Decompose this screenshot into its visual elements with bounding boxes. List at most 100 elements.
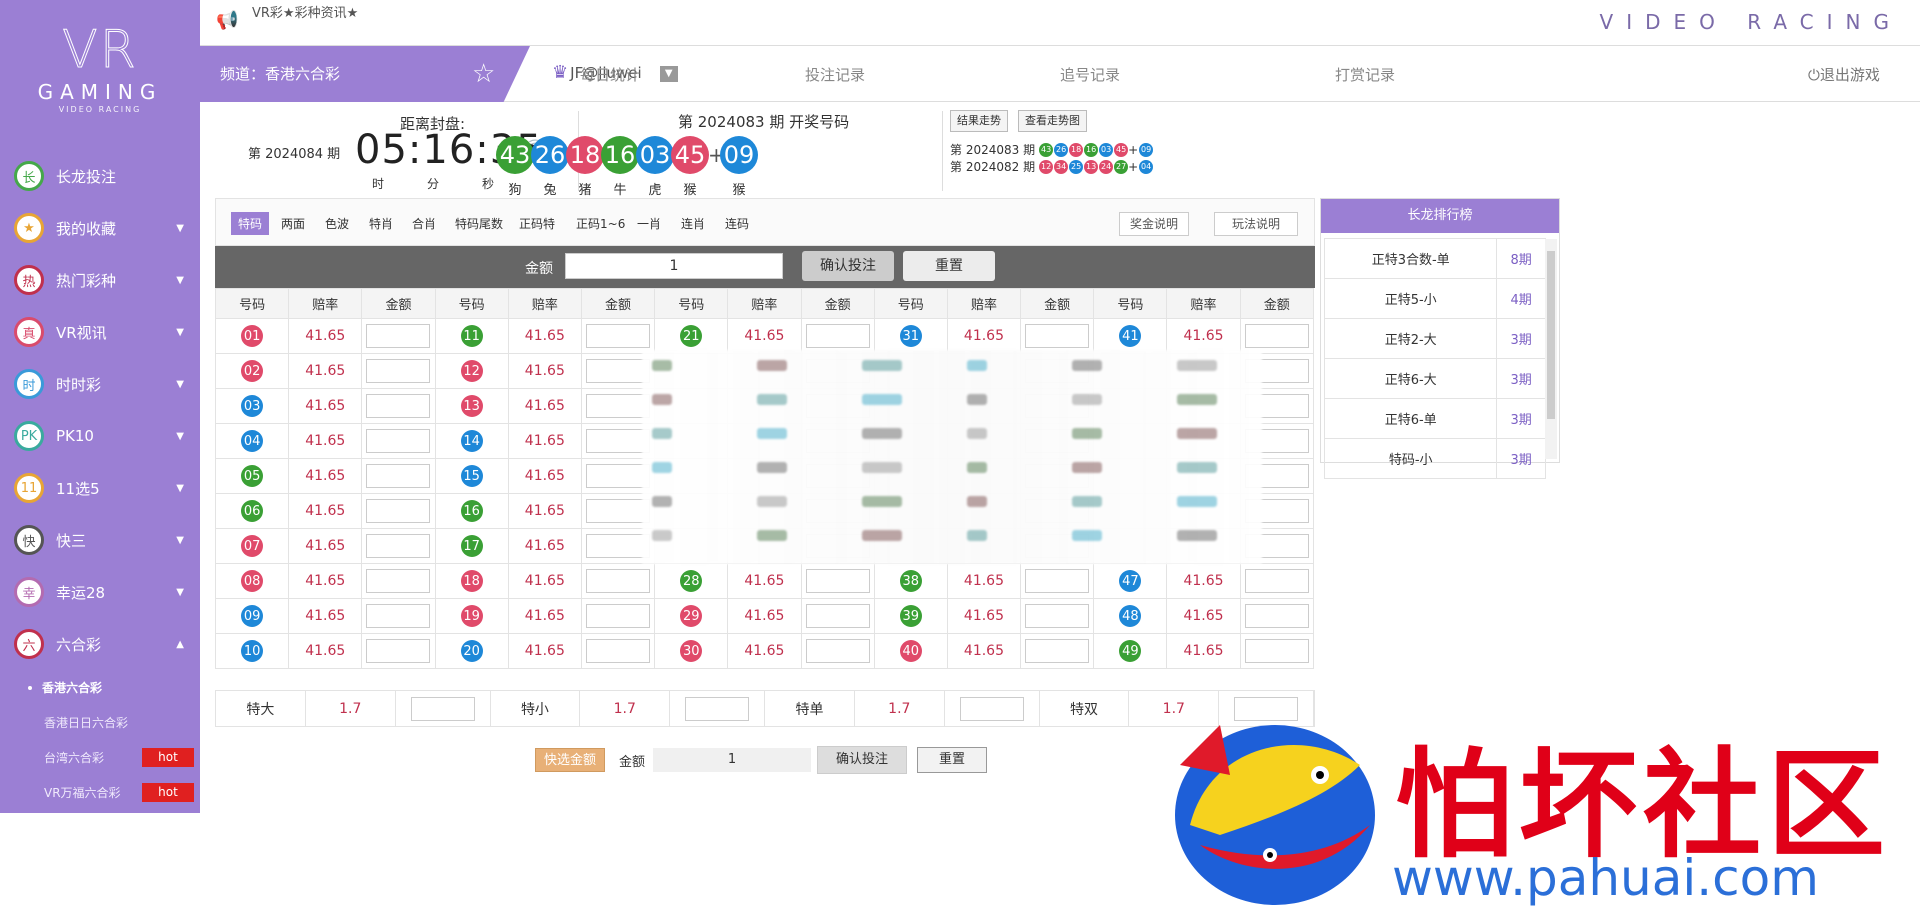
trend-chart-button[interactable]: 查看走势图 [1018,110,1087,132]
dropdown-icon[interactable]: ▼ [659,65,678,82]
sidebar-item-1[interactable]: ★ 我的收藏 ▼ [0,202,200,254]
bet-amount-input[interactable] [805,639,870,663]
bet-amount-input[interactable] [1244,324,1309,348]
bet-amount-input[interactable] [586,604,651,628]
bet-amount-input[interactable] [366,394,431,418]
divider [942,111,943,191]
quick-amount-button[interactable]: 快选金额 [535,748,606,772]
bet-amount-input[interactable] [366,569,431,593]
ranking-row[interactable]: 正特5-小 4期 [1323,278,1546,319]
sidebar-sub-item-1[interactable]: 香港日日六合彩 [0,705,200,740]
odds-value: 41.65 [744,328,785,344]
bet-amount-input[interactable] [586,639,651,663]
bet-amount-input[interactable] [805,569,870,593]
bet-amount-input[interactable] [805,604,870,628]
bet-amount-input[interactable] [1244,639,1309,663]
bottom-amount-input[interactable]: 1 [653,748,812,772]
blur-smudge [1177,496,1217,507]
ranking-row[interactable]: 特码-小 3期 [1323,438,1546,479]
bet-amount-input[interactable] [1244,569,1309,593]
bet-amount-input[interactable] [366,429,431,453]
ranking-scrollbar[interactable] [1545,239,1557,459]
sidebar-item-7[interactable]: 快快三 ▼ [0,514,200,566]
special-amount-input[interactable] [959,696,1024,721]
sidebar-item-5[interactable]: PK PK10 ▼ [0,410,200,462]
vr-gaming-logo[interactable]: VR GAMING VIDEO RACING [0,0,200,150]
tab-6[interactable]: 正码特 [512,212,562,235]
ranking-row[interactable]: 正特2-大 3期 [1323,318,1546,359]
tab-7[interactable]: 正码1~6 [569,212,632,235]
bet-amount-input[interactable] [1025,324,1090,348]
bet-amount-input[interactable] [586,499,651,523]
reset-button[interactable]: 重置 [903,251,995,281]
bet-amount-input[interactable] [1025,639,1090,663]
amount-cell [361,493,436,529]
special-amount-input[interactable] [410,696,475,721]
bet-amount-input[interactable] [586,429,651,453]
bet-amount-input[interactable] [586,534,651,558]
tab-10[interactable]: 连码 [718,212,756,235]
tab-5[interactable]: 特码尾数 [448,212,510,235]
nav-chase-records[interactable]: 追号记录 [1060,64,1120,85]
sidebar-item-label: 时时彩 [56,375,102,394]
table-row: 09 41.65 19 41.65 29 41.65 39 41.65 48 41.65 [214,598,1315,634]
sub-item-label: VR万福六合彩 [44,786,121,800]
bet-amount-input[interactable] [366,324,431,348]
tab-8[interactable]: 一肖 [630,212,668,235]
special-label: 特单 [765,691,855,726]
bet-amount-input[interactable] [586,394,651,418]
bet-amount-input[interactable] [1244,604,1309,628]
amount-input[interactable]: 1 [565,253,783,279]
news-ticker[interactable]: VR彩★彩种资讯★ [252,2,358,21]
tab-9[interactable]: 连肖 [674,212,712,235]
amount-cell [361,353,436,389]
ranking-table: 正特3合数-单 8期 正特5-小 4期 正特2-大 3期 正特6-大 3期 正特6-单 3期 特码-… [1323,238,1546,479]
favorite-star-icon[interactable]: ☆ [472,46,495,102]
ranking-row[interactable]: 正特3合数-单 8期 [1323,238,1546,279]
tab-2[interactable]: 色波 [318,212,356,235]
ranking-row[interactable]: 正特6-大 3期 [1323,358,1546,399]
special-amount-input[interactable] [685,696,750,721]
sidebar-item-0[interactable]: 长长龙投注 [0,150,200,202]
logout-button[interactable]: ⏻退出游戏 [1808,64,1880,85]
sidebar-item-9[interactable]: 六六合彩 ▲ [0,618,200,670]
bottom-confirm-button[interactable]: 确认投注 [817,746,908,774]
number-cell: 13 [434,388,509,424]
bet-amount-input[interactable] [586,464,651,488]
sidebar-item-3[interactable]: 真 VR视讯 ▼ [0,306,200,358]
ranking-row[interactable]: 正特6-单 3期 [1323,398,1546,439]
bet-amount-input[interactable] [586,359,651,383]
nav-daily-stats[interactable]: 每日统计 [580,64,640,85]
sidebar-sub-item-3[interactable]: VR万福六合彩 hot [0,775,200,810]
sidebar-item-4[interactable]: 时时时彩 ▼ [0,358,200,410]
bet-amount-input[interactable] [366,499,431,523]
bet-amount-input[interactable] [586,569,651,593]
sidebar-item-2[interactable]: 热热门彩种 ▼ [0,254,200,306]
tab-4[interactable]: 合肖 [405,212,443,235]
sidebar-item-8[interactable]: 幸幸运28 ▼ [0,566,200,618]
tab-0[interactable]: 特码 [231,212,270,235]
bet-amount-input[interactable] [366,639,431,663]
bet-amount-input[interactable] [366,359,431,383]
tab-3[interactable]: 特肖 [362,212,400,235]
bet-amount-input[interactable] [586,324,651,348]
number-ball: 40 [899,640,922,662]
sidebar-sub-item-2[interactable]: 台湾六合彩 hot [0,740,200,775]
bet-amount-input[interactable] [366,464,431,488]
nav-bet-records[interactable]: 投注记录 [805,64,865,85]
tab-1[interactable]: 两面 [274,212,312,235]
rules-button[interactable]: 玩法说明 [1214,212,1298,236]
sidebar-item-6[interactable]: 11 11选5 ▼ [0,462,200,514]
bet-amount-input[interactable] [1025,604,1090,628]
sidebar-sub-item-0[interactable]: 香港六合彩 [0,670,200,705]
column-header: 金额 [1020,288,1095,319]
result-trend-button[interactable]: 结果走势 [950,110,1008,132]
nav-tip-records[interactable]: 打赏记录 [1335,64,1395,85]
bet-amount-input[interactable] [366,534,431,558]
bet-amount-input[interactable] [805,324,870,348]
confirm-bet-button[interactable]: 确认投注 [802,251,894,281]
bet-amount-input[interactable] [366,604,431,628]
prize-info-button[interactable]: 奖金说明 [1119,212,1189,236]
bet-amount-input[interactable] [1025,569,1090,593]
bottom-reset-button[interactable]: 重置 [917,747,988,773]
